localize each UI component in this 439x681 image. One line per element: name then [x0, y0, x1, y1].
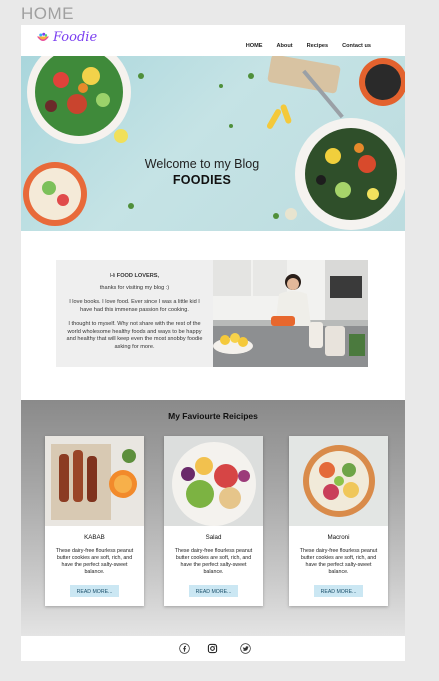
recipe-image-kabab [45, 436, 144, 526]
hero-food-image [23, 56, 405, 230]
logo[interactable]: Foodie [35, 30, 97, 45]
recipe-card-macroni: Macroni These dairy-free flourless peanu… [289, 436, 388, 606]
nav-contact[interactable]: Contact us [342, 43, 371, 49]
recipes-section: My Faviourte Reicipes KABAB These dairy-… [21, 400, 405, 636]
recipe-image-macroni [289, 436, 388, 526]
footer [21, 636, 405, 661]
hero-subtitle: FOODIES [172, 173, 232, 187]
woman-cooking-image [213, 260, 368, 367]
greeting-bold: FOOD LOVERS, [116, 273, 160, 279]
page-label: HOME [21, 4, 74, 23]
recipe-card-kabab: KABAB These dairy-free flourless peanut … [45, 436, 144, 606]
recipe-description: These dairy-free flourless peanut butter… [55, 548, 134, 575]
twitter-icon[interactable] [240, 643, 251, 654]
nav-links: HOME About Recipes Contact us [246, 43, 371, 49]
hero-title: Welcome to my Blog [144, 157, 260, 171]
recipe-name: KABAB [84, 534, 105, 541]
read-more-button[interactable]: READ MORE... [314, 585, 363, 597]
nav-about[interactable]: About [276, 43, 292, 49]
website: Foodie HOME About Recipes Contact us Wel… [21, 25, 405, 661]
intro-text-panel: Hi FOOD LOVERS, thanks for visiting my b… [56, 260, 213, 367]
brand-name: Foodie [53, 30, 98, 45]
recipe-name: Salad [205, 534, 222, 541]
intro-paragraph-2: I thought to myself. Why not share with … [66, 321, 203, 350]
navbar: Foodie HOME About Recipes Contact us [21, 25, 405, 56]
recipe-name: Macroni [327, 534, 350, 541]
recipes-title: My Faviourte Reicipes [168, 411, 258, 421]
read-more-button[interactable]: READ MORE... [70, 585, 119, 597]
intro-greeting: Hi FOOD LOVERS, [56, 260, 213, 281]
recipe-description: These dairy-free flourless peanut butter… [299, 548, 378, 575]
facebook-icon[interactable] [179, 643, 190, 654]
read-more-button[interactable]: READ MORE... [189, 585, 238, 597]
recipe-card-salad: Salad These dairy-free flourless peanut … [164, 436, 263, 606]
nav-recipes[interactable]: Recipes [307, 43, 328, 49]
intro-section: Hi FOOD LOVERS, thanks for visiting my b… [56, 260, 368, 367]
intro-paragraph-1: I love books. I love food. Ever since I … [69, 299, 200, 313]
recipe-description: These dairy-free flourless peanut butter… [174, 548, 253, 575]
instagram-icon[interactable] [207, 643, 218, 654]
greeting-prefix: Hi [109, 273, 117, 279]
intro-thanks: thanks for visiting my blog :) [99, 284, 170, 291]
bowl-logo-icon [37, 32, 49, 41]
cooking-photo [213, 260, 368, 367]
hero-banner: Welcome to my Blog FOODIES [21, 56, 405, 231]
nav-home[interactable]: HOME [246, 43, 263, 49]
recipe-image-salad [164, 436, 263, 526]
